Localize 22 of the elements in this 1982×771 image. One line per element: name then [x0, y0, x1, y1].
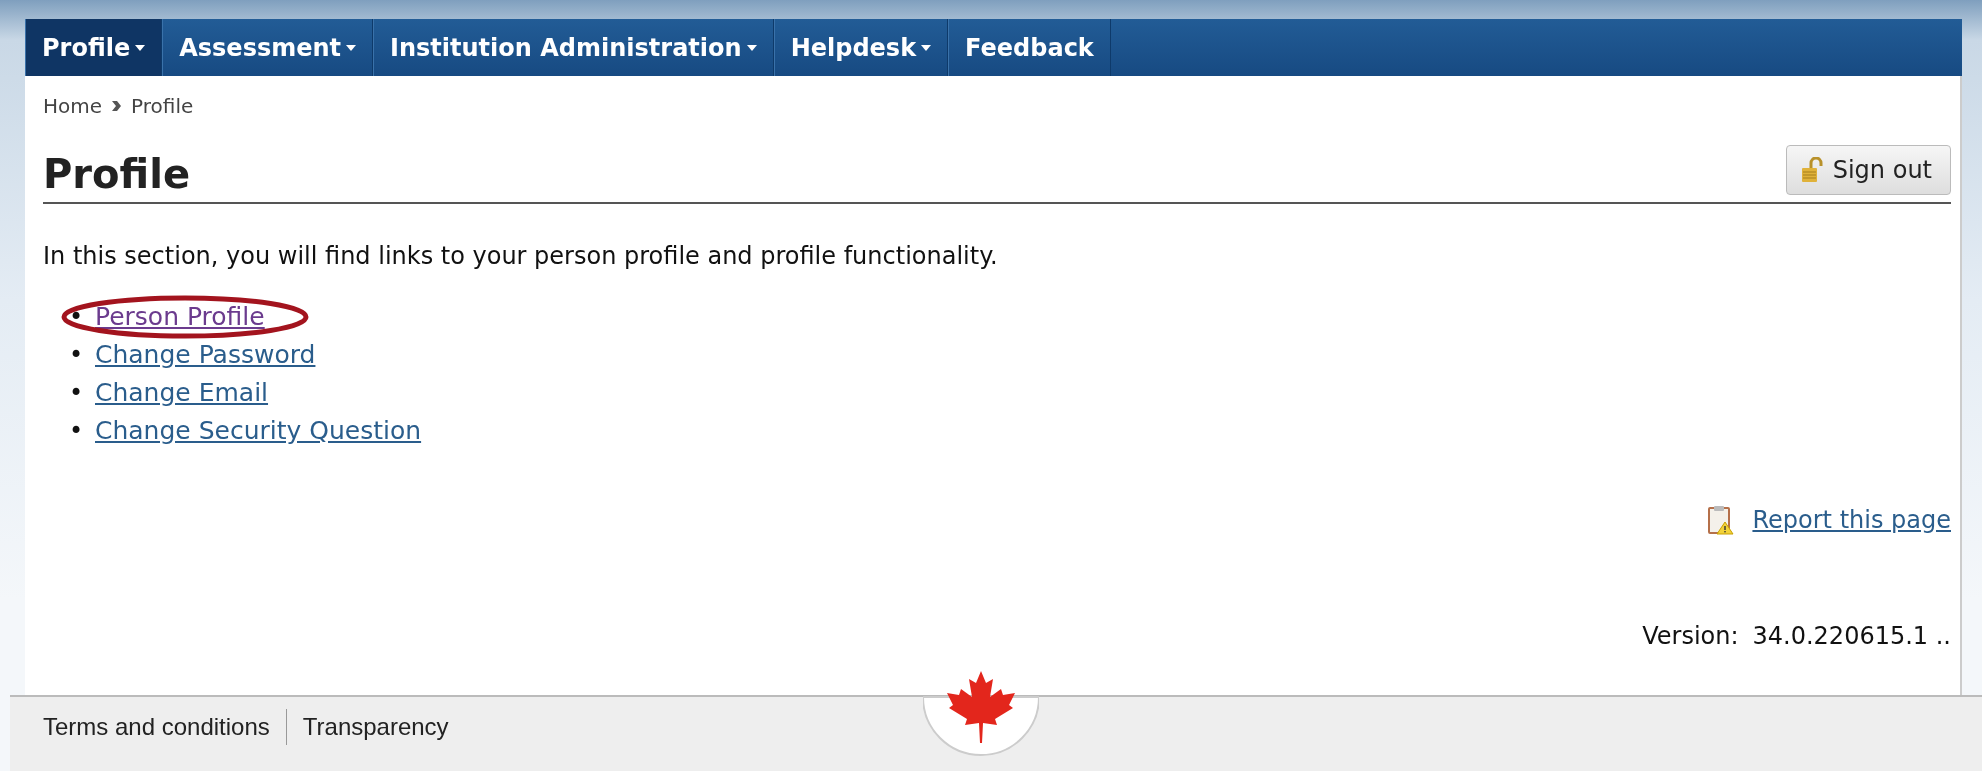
padlock-icon — [1800, 157, 1825, 183]
intro-text: In this section, you will find links to your person profile and profile functionality. — [43, 241, 999, 272]
list-bullet: • — [69, 416, 85, 447]
version-label: Version: — [1642, 621, 1739, 652]
report-page-link[interactable]: Report this page — [1752, 502, 1951, 538]
breadcrumb-link[interactable]: Home — [43, 91, 103, 121]
profile-link[interactable]: Person Profile — [95, 302, 265, 331]
nav-menu-item[interactable]: Profile — [25, 19, 163, 76]
profile-link[interactable]: Change Email — [95, 378, 269, 407]
sign-out-button[interactable]: Sign out — [1785, 145, 1951, 195]
profile-link[interactable]: Change Security Question — [95, 416, 422, 445]
list-bullet: • — [69, 302, 85, 333]
clipboard-warning-icon — [1708, 505, 1735, 535]
footer-link[interactable]: Terms and conditions — [43, 709, 287, 745]
profile-link[interactable]: Change Password — [95, 340, 316, 369]
version-value: 34.0.220615.1 .. — [1752, 621, 1951, 652]
list-bullet: • — [69, 340, 85, 371]
chevron-icon — [112, 101, 122, 111]
breadcrumb-current: Profile — [131, 93, 194, 120]
footer-link[interactable]: Transparency — [286, 709, 465, 745]
page-title: Profile — [43, 152, 190, 196]
list-bullet: • — [69, 378, 85, 409]
